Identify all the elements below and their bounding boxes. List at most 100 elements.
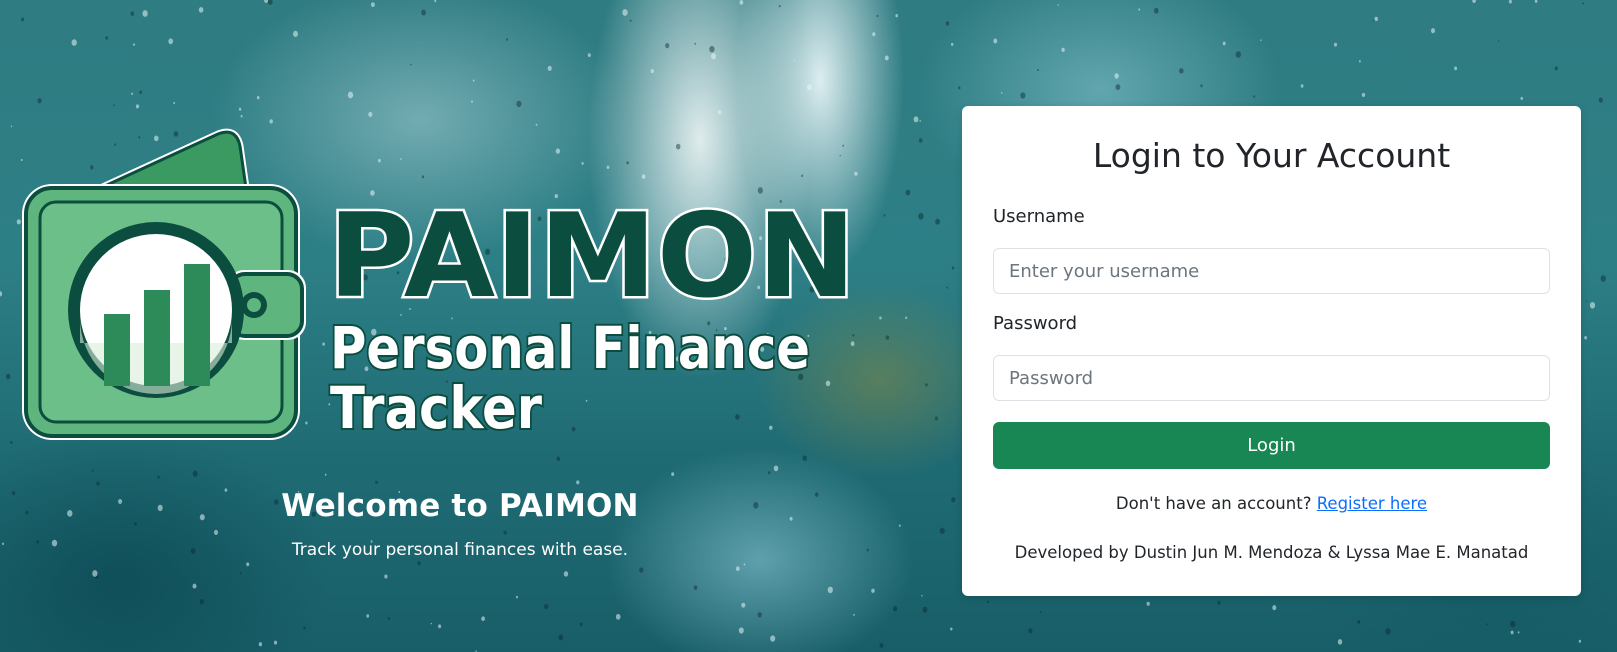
raindrop <box>1217 600 1221 605</box>
raindrop <box>168 38 174 45</box>
raindrop <box>10 440 13 445</box>
raindrop <box>1361 92 1366 97</box>
raindrop <box>694 42 697 45</box>
raindrop <box>579 622 583 627</box>
register-link[interactable]: Register here <box>1317 494 1427 513</box>
raindrop <box>1497 40 1500 42</box>
raindrop <box>213 529 219 535</box>
raindrop <box>1253 95 1256 98</box>
raindrop <box>370 2 375 8</box>
raindrop <box>793 59 796 62</box>
raindrop <box>410 63 412 66</box>
welcome-subtitle: Track your personal finances with ease. <box>291 540 629 560</box>
raindrop <box>1020 92 1026 99</box>
raindrop <box>1200 84 1203 88</box>
raindrop <box>1272 605 1277 611</box>
raindrop <box>935 218 941 225</box>
raindrop <box>1222 41 1226 46</box>
raindrop <box>1154 7 1159 14</box>
raindrop <box>806 84 812 91</box>
password-input[interactable] <box>993 355 1550 401</box>
raindrop <box>506 38 509 41</box>
raindrop <box>471 100 473 103</box>
raindrop <box>516 100 522 108</box>
raindrop <box>629 19 632 22</box>
brand-wordmark: PAIMON Personal Finance Tracker <box>326 187 859 445</box>
raindrop <box>1260 39 1262 42</box>
raindrop <box>827 586 833 594</box>
raindrop <box>256 96 260 100</box>
raindrop <box>246 562 250 567</box>
raindrop <box>198 7 204 13</box>
raindrop <box>1508 0 1512 4</box>
raindrop <box>113 104 115 107</box>
raindrop <box>1357 620 1361 624</box>
raindrop <box>1179 67 1184 74</box>
raindrop <box>789 516 793 521</box>
raindrop <box>1115 84 1121 91</box>
raindrop <box>192 583 197 589</box>
raindrop <box>105 36 109 40</box>
raindrop <box>199 514 205 521</box>
raindrop <box>898 524 901 527</box>
raindrop <box>25 510 29 515</box>
raindrop <box>892 605 898 612</box>
raindrop <box>711 53 716 60</box>
raindrop <box>430 622 432 625</box>
raindrop <box>134 521 137 526</box>
raindrop <box>741 602 746 608</box>
raindrop <box>1517 631 1520 634</box>
raindrop <box>192 470 198 477</box>
raindrop <box>1300 84 1304 88</box>
raindrop <box>384 574 388 579</box>
raindrop <box>1358 60 1361 63</box>
raindrop <box>1138 8 1141 11</box>
raindrop <box>1582 2 1584 5</box>
raindrop <box>368 111 373 117</box>
raindrop <box>1039 611 1042 614</box>
raindrop <box>375 480 378 484</box>
raindrop <box>12 491 16 496</box>
raindrop <box>267 0 273 5</box>
raindrop <box>37 98 42 104</box>
raindrop <box>157 504 163 512</box>
raindrop <box>92 570 98 577</box>
welcome-section: Welcome to PAIMON Track your personal fi… <box>260 488 660 560</box>
raindrop <box>767 471 771 475</box>
raindrop <box>547 65 552 71</box>
raindrop <box>951 497 956 503</box>
raindrop <box>879 642 884 648</box>
login-title: Login to Your Account <box>1092 136 1451 175</box>
raindrop <box>1472 0 1476 4</box>
raindrop <box>853 613 855 616</box>
raindrop <box>1028 628 1033 634</box>
raindrop <box>71 39 77 46</box>
raindrop <box>986 600 989 604</box>
raindrop <box>324 473 327 476</box>
raindrop <box>1430 28 1436 34</box>
raindrop <box>1534 0 1538 3</box>
login-button[interactable]: Login <box>993 422 1550 469</box>
raindrop <box>5 373 11 380</box>
raindrop <box>224 488 228 492</box>
raindrop <box>922 606 928 613</box>
raindrop <box>884 55 889 61</box>
raindrop <box>1510 620 1516 628</box>
raindrop <box>814 492 819 497</box>
raindrop <box>918 212 924 220</box>
raindrop <box>556 456 561 462</box>
raindrop <box>240 114 243 118</box>
raindrop <box>1333 42 1338 47</box>
raindrop <box>1337 639 1343 645</box>
raindrop <box>173 101 176 105</box>
raindrop <box>615 613 621 620</box>
raindrop <box>366 614 370 618</box>
raindrop <box>773 465 779 472</box>
username-input[interactable] <box>993 248 1550 294</box>
raindrop <box>993 38 998 44</box>
raindrop <box>544 603 549 610</box>
register-prompt: Don't have an account? Register here <box>962 494 1581 513</box>
wallet-chart-icon <box>22 128 306 440</box>
raindrop <box>131 92 134 95</box>
raindrop <box>472 79 475 82</box>
